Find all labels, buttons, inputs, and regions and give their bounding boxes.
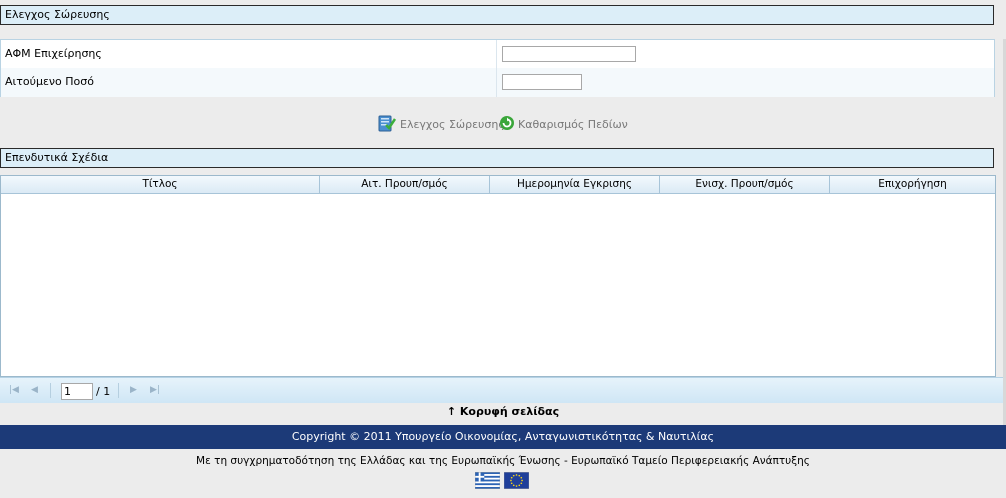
check-button-label: Ελεγχος Σώρευσης	[400, 118, 505, 131]
afm-label: ΑΦΜ Επιχείρησης	[5, 47, 102, 60]
greek-flag-icon	[474, 471, 501, 492]
next-page-icon[interactable]: ▶	[130, 385, 137, 395]
column-header-grant[interactable]: Επιχορήγηση	[830, 176, 995, 193]
column-header-title[interactable]: Τίτλος	[1, 176, 320, 193]
last-page-icon[interactable]: ▶|	[150, 385, 160, 395]
page-total: / 1	[96, 385, 111, 398]
amount-input[interactable]	[502, 74, 582, 90]
pager-divider	[118, 383, 119, 398]
cofunding-text: Με τη συγχρηματοδότηση της Ελλάδας και τ…	[196, 455, 810, 467]
check-icon	[377, 113, 397, 136]
page-number-input[interactable]	[61, 383, 93, 400]
cell-separator	[496, 40, 497, 68]
copyright-bar: Copyright © 2011 Υπουργείο Οικονομίας, Α…	[0, 425, 1006, 449]
back-to-top-link[interactable]: ↑ Κορυφή σελίδας	[0, 404, 1006, 420]
amount-label: Αιτούμενο Ποσό	[5, 75, 94, 88]
prev-page-icon[interactable]: ◀	[31, 385, 38, 395]
section-header-check: Ελεγχος Σώρευσης	[0, 5, 994, 25]
clear-button[interactable]: Καθαρισμός Πεδίων	[499, 115, 628, 134]
refresh-icon	[499, 115, 515, 134]
form-row-amount: Αιτούμενο Ποσό	[1, 68, 994, 97]
copyright-text: Copyright © 2011 Υπουργείο Οικονομίας, Α…	[291, 430, 715, 443]
pager-toolbar: |◀ ◀ / 1 ▶ ▶|	[0, 377, 1004, 403]
column-header-requested-budget[interactable]: Αιτ. Προυπ/σμός	[320, 176, 490, 193]
pager-divider	[50, 383, 51, 398]
section-title-check: Ελεγχος Σώρευσης	[5, 8, 110, 21]
table-header: Τίτλος Αιτ. Προυπ/σμός Ημερομηνία Εγκρισ…	[1, 176, 995, 194]
clear-button-label: Καθαρισμός Πεδίων	[518, 118, 628, 131]
section-title-plans: Επενδυτικά Σχέδια	[5, 151, 109, 164]
afm-input[interactable]	[502, 46, 636, 62]
column-header-approval-date[interactable]: Ημερομηνία Εγκρισης	[490, 176, 660, 193]
column-header-subsidized-budget[interactable]: Ενισχ. Προυπ/σμός	[660, 176, 830, 193]
cell-separator	[496, 68, 497, 97]
check-button[interactable]: Ελεγχος Σώρευσης	[377, 113, 505, 136]
section-header-plans: Επενδυτικά Σχέδια	[0, 148, 994, 168]
check-form: ΑΦΜ Επιχείρησης Αιτούμενο Ποσό	[0, 39, 995, 97]
first-page-icon[interactable]: |◀	[9, 385, 19, 395]
form-row-afm: ΑΦΜ Επιχείρησης	[1, 40, 994, 69]
eu-flag-icon	[503, 471, 530, 492]
plans-table: Τίτλος Αιτ. Προυπ/σμός Ημερομηνία Εγκρισ…	[0, 175, 996, 377]
